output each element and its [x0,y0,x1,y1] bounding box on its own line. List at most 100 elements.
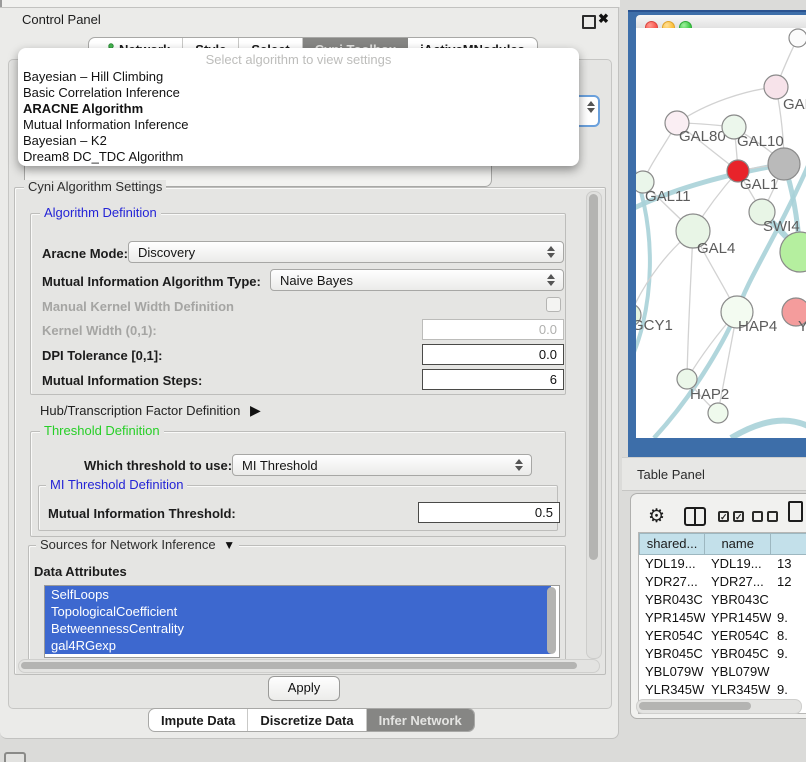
collapsed-panel-icon[interactable] [4,752,26,762]
list-item[interactable]: TopologicalCoefficient [45,603,551,620]
control-panel-titlebar: Control Panel ✖ [0,8,618,32]
table-row[interactable]: YDL19...YDL19...13 [639,555,806,573]
close-icon[interactable]: ✖ [598,11,609,27]
table-row[interactable]: YER054CYER054C8. [639,627,806,645]
mi-algorithm-type-value: Naive Bayes [271,273,353,288]
columns-icon[interactable] [684,507,706,526]
tab-infer-network[interactable]: Infer Network [367,709,474,731]
spinner-down-icon [515,466,523,471]
network-node-label: GCY1 [636,317,673,334]
aracne-mode-combo[interactable]: Discovery [128,241,564,263]
dropdown-item[interactable]: Basic Correlation Inference [18,85,579,101]
table-row[interactable]: YBL079WYBL079W [639,663,806,681]
mi-algorithm-type-combo[interactable]: Naive Bayes [270,269,564,291]
cell: YBR043C [705,591,771,609]
table-row[interactable]: YBR045CYBR045C9. [639,645,806,663]
select-all-columns-icon[interactable]: ✓ ✓ [718,511,744,522]
cell: YBL079W [705,663,771,681]
table-row[interactable]: YBR043CYBR043C [639,591,806,609]
dropdown-item[interactable]: Dream8 DC_TDC Algorithm [18,149,579,165]
settings-vscrollbar-track[interactable] [586,191,602,659]
column-header[interactable]: shared... [639,533,705,555]
float-window-icon[interactable] [582,15,596,29]
mi-steps-field[interactable]: 6 [422,369,564,390]
cell: YBR045C [705,645,771,663]
list-item[interactable]: gal4RGexp [45,637,551,654]
aracne-mode-label: Aracne Mode: [42,246,128,261]
table-hscrollbar-thumb[interactable] [639,702,751,710]
dropdown-item[interactable]: Bayesian – K2 [18,133,579,149]
panel-title: Control Panel [22,12,101,27]
mi-steps-label: Mutual Information Steps: [42,373,202,388]
tab-impute-data[interactable]: Impute Data [149,709,248,731]
dropdown-item[interactable]: Mutual Information Inference [18,117,579,133]
dpi-tolerance-field[interactable]: 0.0 [422,344,564,365]
settings-hscrollbar-track[interactable] [18,659,600,673]
network-node-label: GAL1 [740,176,778,193]
table-row[interactable]: YDR27...YDR27...12 [639,573,806,591]
spinner-up-icon [547,274,555,279]
hub-definition-label: Hub/Transcription Factor Definition [40,403,240,418]
mi-threshold-field[interactable]: 0.5 [418,502,560,523]
tab-label: Impute Data [161,713,235,728]
kernel-width-label: Kernel Width (0,1): [42,323,157,338]
aracne-mode-value: Discovery [129,245,195,260]
spinner-down-icon [587,108,595,113]
cell: 9. [771,645,806,663]
network-node-label: GAL [783,96,806,113]
deselect-all-columns-icon[interactable] [752,511,778,522]
hub-definition-toggle[interactable]: Hub/Transcription Factor Definition ▶ [40,402,261,419]
cell: YPR145W [705,609,771,627]
table-row[interactable]: YLR345WYLR345W9. [639,681,806,699]
apply-button[interactable]: Apply [268,676,340,701]
cell: YBR043C [639,591,705,609]
network-node-label: HAP2 [690,386,729,403]
list-vscrollbar-thumb[interactable] [547,587,556,654]
tab-label: Infer Network [379,713,462,728]
cell [771,663,806,681]
cell: YER054C [705,627,771,645]
network-node-label: GAL11 [645,188,691,205]
data-attributes-list[interactable]: SelfLoops TopologicalCoefficient Between… [44,585,560,658]
node-table[interactable]: shared... name YDL19...YDL19...13 YDR27.… [638,532,806,714]
kernel-width-field[interactable]: 0.0 [422,319,564,340]
tab-discretize-data[interactable]: Discretize Data [248,709,366,731]
sources-group-title[interactable]: Sources for Network Inference ▼ [36,538,239,552]
gear-icon[interactable]: ⚙ [648,505,665,528]
dropdown-item[interactable]: Bayesian – Hill Climbing [18,69,579,85]
table-row[interactable]: YPR145WYPR145W9. [639,609,806,627]
which-threshold-combo[interactable]: MI Threshold [232,454,532,476]
dropdown-prompt: Select algorithm to view settings [18,50,579,69]
table-hscrollbar-track[interactable] [636,699,802,714]
list-item[interactable]: SelfLoops [45,586,551,603]
network-node[interactable] [708,403,728,423]
cell: YBR045C [639,645,705,663]
export-table-icon[interactable] [788,501,803,522]
cell: 13 [771,555,806,573]
sources-title-label: Sources for Network Inference [40,537,216,552]
cell: YBL079W [639,663,705,681]
cell: 12 [771,573,806,591]
cell: YDR27... [705,573,771,591]
cell: 8. [771,627,806,645]
window-top-strip [0,0,620,7]
dropdown-item-selected[interactable]: ARACNE Algorithm [18,101,579,117]
network-node[interactable] [768,148,800,180]
column-header[interactable] [771,533,806,555]
settings-vscrollbar-thumb[interactable] [589,194,598,560]
settings-hscrollbar-thumb[interactable] [21,662,577,669]
network-svg: GALGAL80GAL10GAL1GAL11GAL4SWI4GCY1HAP4YH… [636,28,806,438]
which-threshold-label: Which threshold to use: [84,458,232,473]
list-item[interactable]: BetweennessCentrality [45,620,551,637]
unchecked-box-icon [752,511,763,522]
network-canvas[interactable]: GALGAL80GAL10GAL1GAL11GAL4SWI4GCY1HAP4YH… [636,28,806,438]
cyni-bottom-tabbar: Impute Data Discretize Data Infer Networ… [148,708,475,732]
mi-threshold-label: Mutual Information Threshold: [48,506,236,521]
spinner-up-icon [515,459,523,464]
column-header[interactable]: name [705,533,771,555]
settings-group-title: Cyni Algorithm Settings [24,180,166,194]
cell: YDL19... [705,555,771,573]
cell: YDL19... [639,555,705,573]
manual-kernel-width-checkbox[interactable] [546,297,561,312]
network-node[interactable] [789,29,806,47]
